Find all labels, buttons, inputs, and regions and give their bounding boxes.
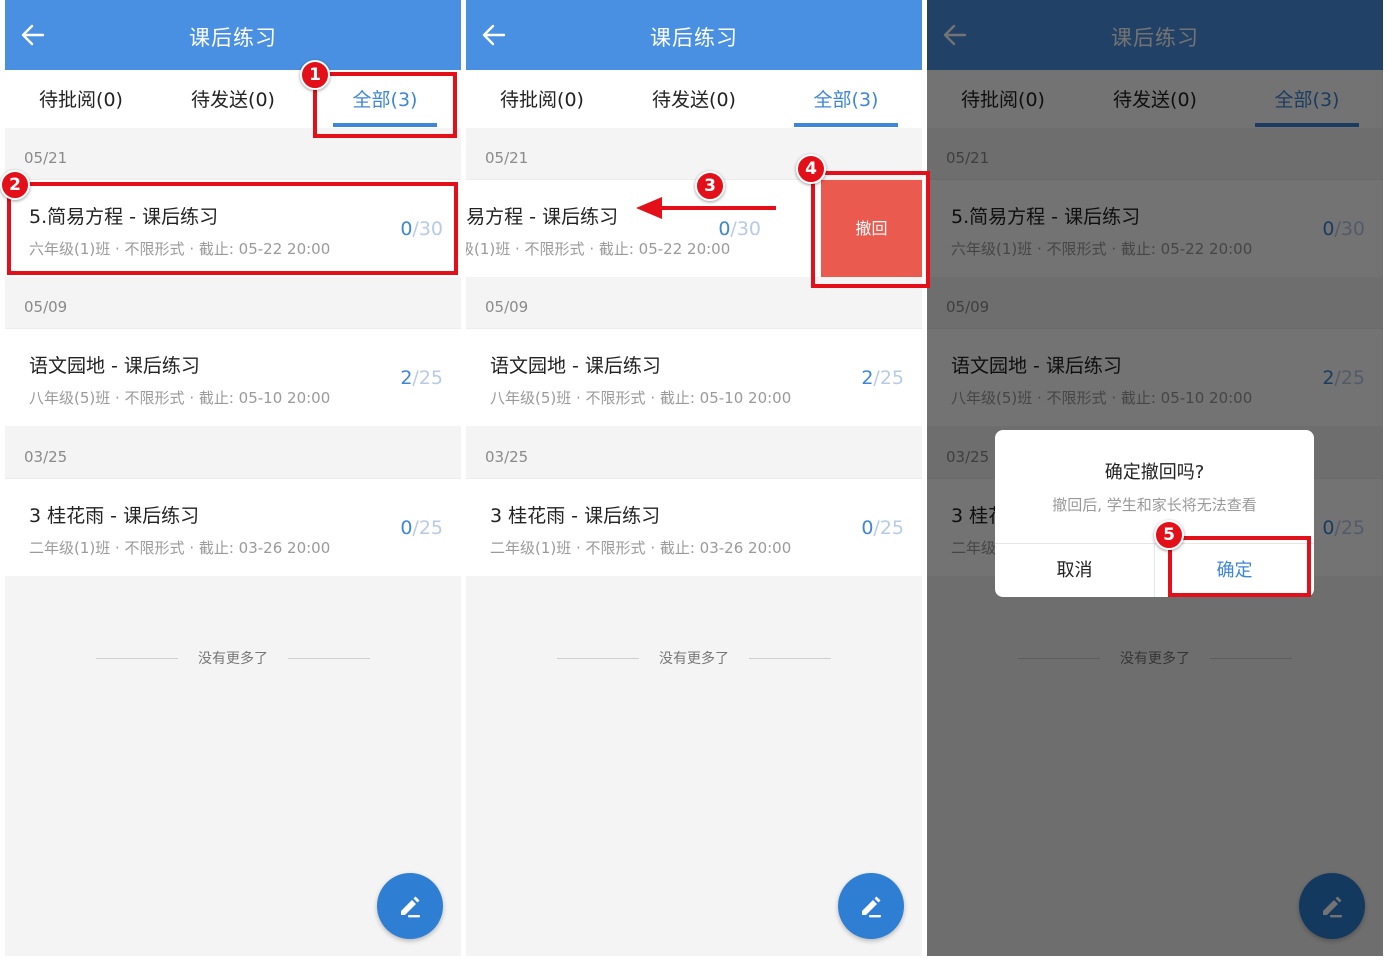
divider — [288, 658, 370, 659]
total-count: 30 — [736, 218, 761, 240]
total-count: 25 — [879, 367, 904, 389]
no-more-footer: 没有更多了 — [5, 648, 461, 670]
assignment-meta: 二年级(1)班 · 不限形式 · 截止: 03-26 20:00 — [490, 539, 792, 557]
no-more-text: 没有更多了 — [659, 651, 729, 667]
no-more-footer: 没有更多了 — [466, 648, 922, 670]
cancel-button[interactable]: 取消 — [995, 544, 1154, 597]
total-count: 25 — [879, 517, 904, 539]
submission-count: 0/25 — [400, 517, 443, 539]
assignment-meta: 二年级(1)班 · 不限形式 · 截止: 03-26 20:00 — [29, 539, 331, 557]
assignment-item[interactable]: 语文园地 - 课后练习 八年级(5)班 · 不限形式 · 截止: 05-10 2… — [466, 328, 922, 426]
highlight-box-tab-all — [313, 72, 457, 138]
dialog-message: 撤回后, 学生和家长将无法查看 — [1052, 496, 1257, 514]
submission-count: 2/25 — [861, 367, 904, 389]
page-title: 课后练习 — [189, 26, 277, 50]
page-title: 课后练习 — [650, 26, 738, 50]
no-more-text: 没有更多了 — [198, 651, 268, 667]
assignment-meta: 八年级(5)班 · 不限形式 · 截止: 05-10 20:00 — [490, 389, 792, 407]
assignment-meta: 八年级(5)班 · 不限形式 · 截止: 05-10 20:00 — [29, 389, 331, 407]
compose-fab[interactable] — [838, 873, 904, 939]
section-date: 05/09 — [24, 298, 68, 316]
submission-count: 0/30 — [718, 218, 761, 240]
total-count: 25 — [418, 367, 443, 389]
compose-fab[interactable] — [377, 873, 443, 939]
tab-all[interactable]: 全部(3) — [770, 85, 922, 112]
total-count: 25 — [418, 517, 443, 539]
assignment-item[interactable]: 语文园地 - 课后练习 八年级(5)班 · 不限形式 · 截止: 05-10 2… — [5, 328, 461, 426]
highlight-box-confirm — [1168, 536, 1311, 597]
pencil-edit-icon — [862, 896, 881, 918]
step-badge: 2 — [0, 170, 30, 200]
section-date: 05/21 — [24, 149, 68, 167]
step-badge: 4 — [796, 154, 826, 184]
screen-step-2: 课后练习 待批阅(0) 待发送(0) 全部(3) 05/21 5.简易方程 - … — [466, 0, 922, 956]
tab-pending-review[interactable]: 待批阅(0) — [5, 85, 157, 112]
submission-count: 2/25 — [400, 367, 443, 389]
step-badge: 5 — [1154, 520, 1184, 550]
submitted-count: 0 — [400, 517, 413, 539]
section-date: 03/25 — [24, 448, 68, 466]
section-date: 05/09 — [485, 298, 529, 316]
swiped-content: 5.简易方程 - 课后练习 六年级(1)班 · 不限形式 · 截止: 05-22… — [466, 180, 861, 277]
step-badge: 1 — [300, 60, 330, 90]
section-date: 05/21 — [485, 149, 529, 167]
section-date: 03/25 — [485, 448, 529, 466]
assignment-item[interactable]: 3 桂花雨 - 课后练习 二年级(1)班 · 不限形式 · 截止: 03-26 … — [466, 478, 922, 576]
submitted-count: 0 — [861, 517, 874, 539]
app-bar: 课后练习 — [466, 0, 922, 70]
assignment-item[interactable]: 3 桂花雨 - 课后练习 二年级(1)班 · 不限形式 · 截止: 03-26 … — [5, 478, 461, 576]
assignment-title: 语文园地 - 课后练习 — [490, 355, 661, 377]
tab-pending-send[interactable]: 待发送(0) — [618, 85, 770, 112]
submitted-count: 2 — [861, 367, 874, 389]
screen-step-1: 课后练习 待批阅(0) 待发送(0) 全部(3) 05/21 5.简易方程 - … — [5, 0, 461, 956]
assignment-title: 3 桂花雨 - 课后练习 — [490, 505, 661, 527]
assignment-title: 3 桂花雨 - 课后练习 — [29, 505, 200, 527]
tab-bar: 待批阅(0) 待发送(0) 全部(3) — [466, 70, 922, 128]
assignment-title: 5.简易方程 - 课后练习 — [466, 206, 619, 228]
assignment-meta: 六年级(1)班 · 不限形式 · 截止: 05-22 20:00 — [466, 240, 731, 258]
highlight-box-assignment — [7, 182, 458, 275]
app-bar: 课后练习 — [5, 0, 461, 70]
screen-step-3: 课后练习 待批阅(0) 待发送(0) 全部(3) 05/21 5.简易方程 - … — [927, 0, 1383, 956]
submission-count: 0/25 — [861, 517, 904, 539]
divider — [749, 658, 831, 659]
submitted-count: 0 — [718, 218, 731, 240]
step-badge: 3 — [695, 171, 725, 201]
dialog-title: 确定撤回吗? — [1104, 462, 1205, 483]
assignment-title: 语文园地 - 课后练习 — [29, 355, 200, 377]
submitted-count: 2 — [400, 367, 413, 389]
highlight-box-revoke — [811, 171, 930, 288]
tab-pending-review[interactable]: 待批阅(0) — [466, 85, 618, 112]
pencil-edit-icon — [401, 896, 420, 918]
active-tab-indicator — [794, 123, 898, 127]
tab-pending-send[interactable]: 待发送(0) — [157, 85, 309, 112]
